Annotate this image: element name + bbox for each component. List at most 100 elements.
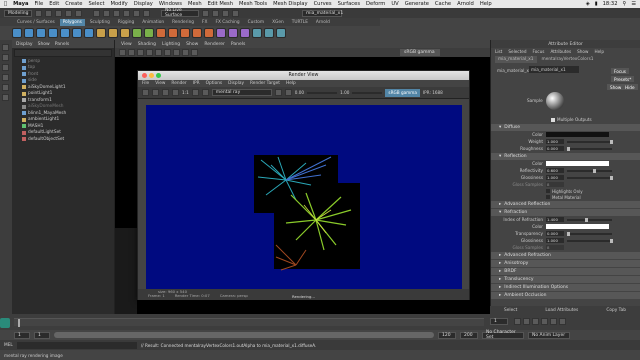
menu-surfaces[interactable]: Surfaces <box>338 1 360 7</box>
poly-torus-icon[interactable] <box>60 28 70 38</box>
rv-menu-file[interactable]: File <box>142 81 149 86</box>
exposure-value[interactable]: 0.00 <box>295 90 304 95</box>
close-icon[interactable] <box>142 73 147 78</box>
clock[interactable]: 18:32 <box>603 1 618 7</box>
snap-point-icon[interactable] <box>143 9 150 17</box>
shelf-tab-curves[interactable]: Curves / Surfaces <box>14 19 58 26</box>
lasso-tool-icon[interactable] <box>2 54 9 61</box>
merge-icon[interactable] <box>204 28 214 38</box>
separate-icon[interactable] <box>108 28 118 38</box>
load-attributes-button[interactable]: Load Attributes <box>545 308 578 313</box>
zoom-level[interactable]: 1:1 <box>182 90 189 95</box>
shelf-tab-fx-caching[interactable]: FX Caching <box>212 19 242 26</box>
shelf-tab-fx[interactable]: FX <box>199 19 210 26</box>
rv-menu-options[interactable]: Options <box>206 81 223 86</box>
wireframe-icon[interactable] <box>146 49 153 56</box>
vp-menu-lighting[interactable]: Lighting <box>162 42 180 47</box>
material-swatch[interactable] <box>546 92 564 110</box>
select-object-icon[interactable] <box>103 9 110 17</box>
vp-menu-panels[interactable]: Panels <box>231 42 245 47</box>
lights-icon[interactable] <box>173 49 180 56</box>
snap-grid-icon[interactable] <box>123 9 130 17</box>
remove-image-icon[interactable] <box>201 89 209 96</box>
ipr-render-icon[interactable] <box>212 9 219 17</box>
search-icon[interactable]: ⚲ <box>623 1 627 7</box>
metal-material-checkbox[interactable] <box>546 195 550 199</box>
poly-cube-icon[interactable] <box>24 28 34 38</box>
planar-map-icon[interactable] <box>264 28 274 38</box>
section-ambient-occlusion[interactable]: ▸ Ambient Occlusion <box>491 292 640 299</box>
range-start-field[interactable]: 1 <box>34 331 50 339</box>
menu-display[interactable]: Display <box>134 1 153 7</box>
ae-menu-focus[interactable]: Focus <box>532 49 544 54</box>
section-indirect[interactable]: ▸ Indirect Illumination Options <box>491 284 640 291</box>
snapshot-icon[interactable] <box>162 89 169 96</box>
ae-menu-help[interactable]: Help <box>594 49 604 54</box>
highlights-only-checkbox[interactable] <box>546 189 550 193</box>
vp-menu-show[interactable]: Show <box>186 42 198 47</box>
shelf-tab-rigging[interactable]: Rigging <box>115 19 137 26</box>
vp-menu-view[interactable]: View <box>121 42 132 47</box>
menu-mesh[interactable]: Mesh <box>188 1 202 7</box>
move-tool-icon[interactable] <box>2 74 9 81</box>
battery-icon[interactable]: ▮ <box>595 1 598 7</box>
shelf-tab-polygons[interactable]: Polygons <box>59 18 85 26</box>
render-image-canvas[interactable] <box>146 105 462 289</box>
go-to-end-icon[interactable] <box>559 318 566 325</box>
render-region-icon[interactable] <box>172 89 179 96</box>
vp-menu-renderer[interactable]: Renderer <box>204 42 225 47</box>
bookmark-icon[interactable] <box>128 49 135 56</box>
color-management-button[interactable]: sRGB gamma <box>385 88 420 97</box>
save-scene-icon[interactable] <box>55 9 62 17</box>
maximize-icon[interactable] <box>156 73 161 78</box>
redo-icon[interactable] <box>75 9 82 17</box>
alpha-channel-icon[interactable] <box>284 89 292 96</box>
play-forward-icon[interactable] <box>541 318 548 325</box>
outliner-search-input[interactable] <box>14 49 112 57</box>
paint-select-icon[interactable] <box>2 64 9 71</box>
exposure-slider[interactable] <box>307 91 338 94</box>
open-scene-icon[interactable] <box>45 9 52 17</box>
menu-modify[interactable]: Modify <box>111 1 128 7</box>
copy-tab-button[interactable]: Copy Tab <box>606 308 626 313</box>
rv-menu-help[interactable]: Help <box>286 81 296 86</box>
select-tool-icon[interactable] <box>2 44 9 51</box>
menu-file[interactable]: File <box>35 1 44 7</box>
shelf-tab-arnold[interactable]: Arnold <box>313 19 333 26</box>
ae-menu-list[interactable]: List <box>495 49 502 54</box>
textured-icon[interactable] <box>164 49 171 56</box>
outliner-menu-show[interactable]: Show <box>38 42 50 47</box>
time-slider[interactable]: 1 <box>0 314 640 330</box>
fill-hole-icon[interactable] <box>192 28 202 38</box>
menu-edit-mesh[interactable]: Edit Mesh <box>208 1 233 7</box>
poly-plane-icon[interactable] <box>72 28 82 38</box>
rotate-tool-icon[interactable] <box>2 84 9 91</box>
ae-menu-show[interactable]: Show <box>577 49 588 54</box>
hide-button[interactable]: Hide <box>622 84 638 90</box>
bridge-icon[interactable] <box>168 28 178 38</box>
multiple-outputs-checkbox[interactable] <box>551 117 555 122</box>
anim-start-field[interactable]: 1 <box>14 331 30 339</box>
multi-cut-icon[interactable] <box>216 28 226 38</box>
shelf-tab-sculpting[interactable]: Sculpting <box>87 19 113 26</box>
section-diffuse[interactable]: ▾ Diffuse <box>491 124 640 131</box>
section-refraction[interactable]: ▾ Refraction <box>491 209 640 216</box>
section-translucency[interactable]: ▸ Translucency <box>491 276 640 283</box>
minimize-icon[interactable] <box>149 73 154 78</box>
gamma-slider[interactable] <box>352 91 383 94</box>
shelf-tab-animation[interactable]: Animation <box>139 19 167 26</box>
shelf-tab-custom[interactable]: Custom <box>245 19 267 26</box>
viewport-gamma[interactable]: sRGB gamma <box>400 49 440 56</box>
quad-draw-icon[interactable] <box>240 28 250 38</box>
shelf-tab-turtle[interactable]: TURTLE <box>289 19 311 26</box>
menu-mesh-display[interactable]: Mesh Display <box>273 1 307 7</box>
rv-menu-render[interactable]: Render <box>171 81 186 86</box>
combine-icon[interactable] <box>96 28 106 38</box>
new-scene-icon[interactable] <box>35 9 42 17</box>
node-name-field[interactable]: mia_material_x1 <box>529 66 579 73</box>
gamma-value[interactable]: 1.00 <box>340 90 349 95</box>
menu-curves[interactable]: Curves <box>314 1 332 7</box>
mode-dropdown[interactable]: Modeling <box>4 9 32 17</box>
ae-menu-attributes[interactable]: Attributes <box>550 49 571 54</box>
render-frame-icon[interactable] <box>202 9 209 17</box>
